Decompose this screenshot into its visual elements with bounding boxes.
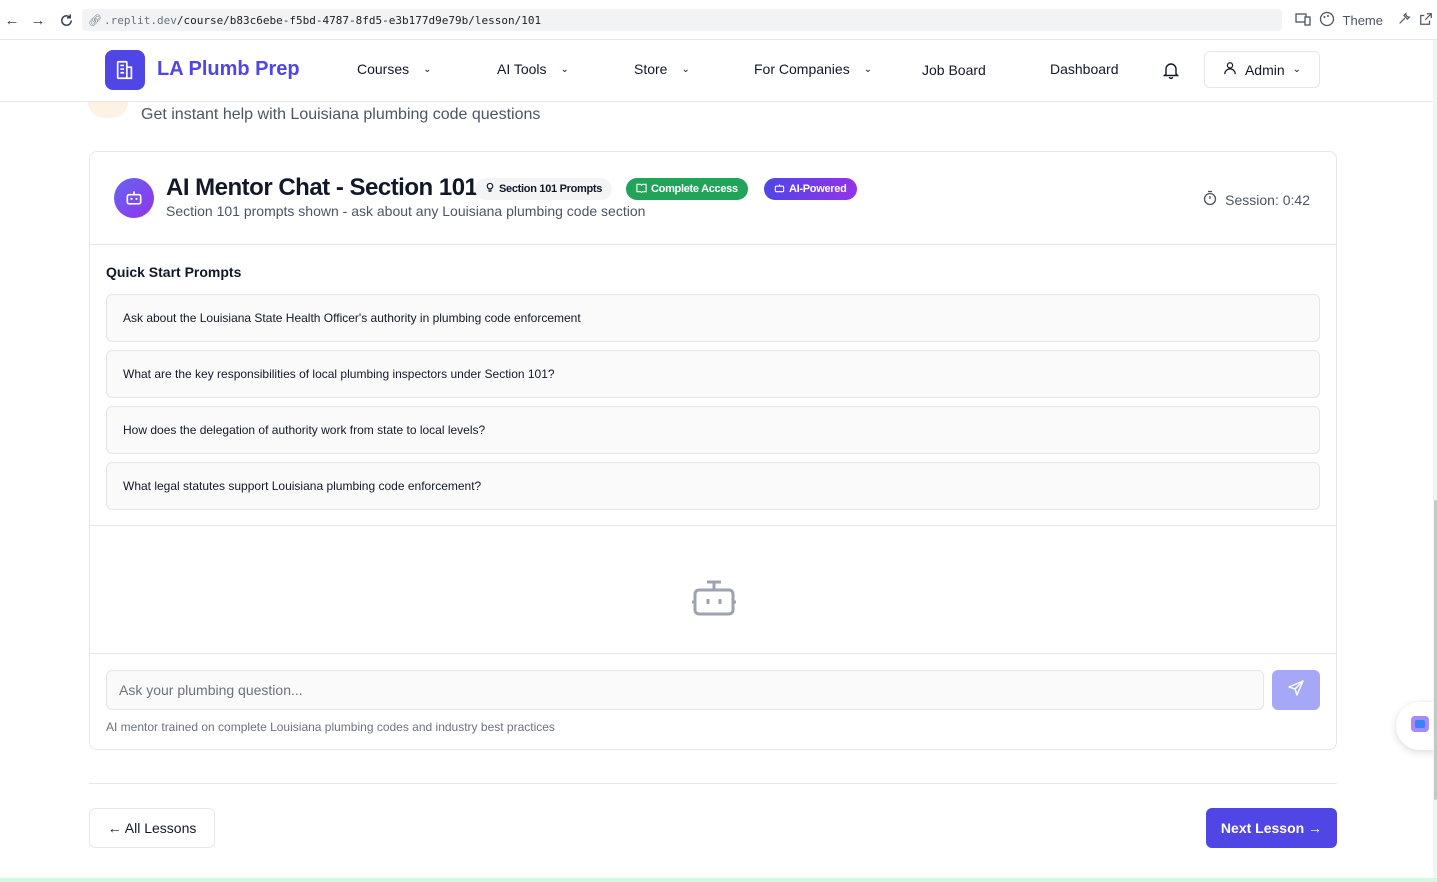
chevron-down-icon: ⌄ [863, 63, 873, 75]
ai-powered-badge-label: AI-Powered [789, 183, 847, 195]
chat-subtitle: Section 101 prompts shown - ask about an… [166, 203, 646, 219]
complete-access-badge-label: Complete Access [651, 183, 738, 195]
nav-for-companies[interactable]: For Companies ⌄ [754, 61, 872, 77]
section-prompts-badge: Section 101 Prompts [475, 178, 613, 200]
nav-dashboard-label: Dashboard [1050, 61, 1119, 77]
logo-text[interactable]: LA Plumb Prep [157, 58, 300, 81]
palette-icon[interactable] [1319, 11, 1335, 30]
prompt-button[interactable]: How does the delegation of authority wor… [106, 406, 1320, 454]
chat-input[interactable] [106, 670, 1264, 710]
user-menu-label: Admin [1244, 61, 1285, 78]
bottom-strip [0, 878, 1437, 882]
copilot-icon [1410, 715, 1430, 738]
browser-toolbar: ← → 🔗︎ .replit.dev/course/b83c6ebe-f5bd-… [0, 0, 1437, 40]
theme-label[interactable]: Theme [1343, 13, 1383, 28]
url-host: .replit.dev [103, 13, 177, 27]
forward-icon[interactable]: → [26, 8, 50, 32]
nav-for-companies-label: For Companies [754, 61, 850, 77]
nav-ai-tools-label: AI Tools [497, 61, 547, 77]
nav-store-label: Store [634, 61, 668, 77]
quick-start-title: Quick Start Prompts [106, 264, 242, 280]
wrench-icon[interactable] [1397, 11, 1411, 29]
scrollbar[interactable] [1433, 40, 1437, 882]
nav-store[interactable]: Store ⌄ [634, 61, 690, 77]
divider [89, 783, 1337, 784]
app-header: LA Plumb Prep Courses ⌄ AI Tools ⌄ Store… [0, 40, 1437, 102]
reload-icon[interactable] [54, 8, 78, 32]
nav-job-board[interactable]: Job Board [922, 62, 986, 78]
ai-mentor-chat-card: AI Mentor Chat - Section 101 Section 101… [89, 151, 1337, 750]
input-note: AI mentor trained on complete Louisiana … [106, 720, 555, 734]
devices-icon[interactable] [1294, 12, 1311, 29]
link-icon: 🔗︎ [88, 13, 102, 27]
all-lessons-button[interactable]: ← All Lessons [89, 808, 215, 848]
external-link-icon[interactable] [1419, 12, 1433, 29]
chat-messages-area [90, 527, 1336, 654]
logo-icon[interactable] [105, 50, 145, 90]
next-lesson-button[interactable]: Next Lesson → [1206, 808, 1337, 848]
chevron-down-icon: ⌄ [1292, 64, 1302, 75]
chat-title: AI Mentor Chat - Section 101 [166, 174, 478, 201]
back-icon[interactable]: ← [0, 8, 24, 32]
timer-icon [1203, 190, 1217, 209]
quick-start-prompts: Quick Start Prompts Ask about the Louisi… [90, 246, 1336, 526]
nav-courses-label: Courses [357, 61, 410, 77]
bell-icon[interactable] [1162, 61, 1180, 84]
section-prompts-badge-label: Section 101 Prompts [499, 183, 603, 195]
chat-header: AI Mentor Chat - Section 101 Section 101… [90, 152, 1336, 245]
bot-avatar-icon [114, 178, 154, 218]
session-timer: Session: 0:42 [1203, 190, 1310, 209]
complete-access-badge: Complete Access [626, 178, 748, 200]
prompt-button[interactable]: What legal statutes support Louisiana pl… [106, 462, 1320, 510]
nav-job-board-label: Job Board [922, 62, 986, 78]
user-menu-button[interactable]: Admin ⌄ [1204, 51, 1320, 88]
nav-dashboard[interactable]: Dashboard [1050, 61, 1119, 77]
chevron-down-icon: ⌄ [560, 63, 569, 75]
session-timer-label: Session: 0:42 [1225, 191, 1310, 208]
prompt-button[interactable]: What are the key responsibilities of loc… [106, 350, 1320, 398]
chat-input-row: AI mentor trained on complete Louisiana … [90, 655, 1336, 749]
book-icon [636, 183, 647, 196]
user-icon [1223, 61, 1237, 78]
send-icon [1288, 679, 1304, 701]
url-path: /course/b83c6ebe-f5bd-4787-8fd5-e3b177d9… [176, 13, 542, 27]
lightbulb-icon [485, 182, 495, 196]
nav-courses[interactable]: Courses ⌄ [357, 61, 432, 77]
nav-ai-tools[interactable]: AI Tools ⌄ [497, 61, 569, 77]
prompt-button[interactable]: Ask about the Louisiana State Health Off… [106, 294, 1320, 342]
assistant-widget[interactable] [1396, 702, 1437, 750]
send-button[interactable] [1272, 670, 1320, 710]
chevron-down-icon: ⌄ [423, 63, 432, 75]
chat-bubble-icon [88, 102, 128, 118]
address-bar[interactable]: 🔗︎ .replit.dev/course/b83c6ebe-f5bd-4787… [82, 9, 1282, 31]
bot-placeholder-icon [691, 577, 737, 622]
robot-icon [774, 183, 785, 196]
page-subtitle: Get instant help with Louisiana plumbing… [141, 106, 541, 123]
ai-powered-badge: AI-Powered [764, 178, 857, 200]
chevron-down-icon: ⌄ [681, 63, 690, 75]
